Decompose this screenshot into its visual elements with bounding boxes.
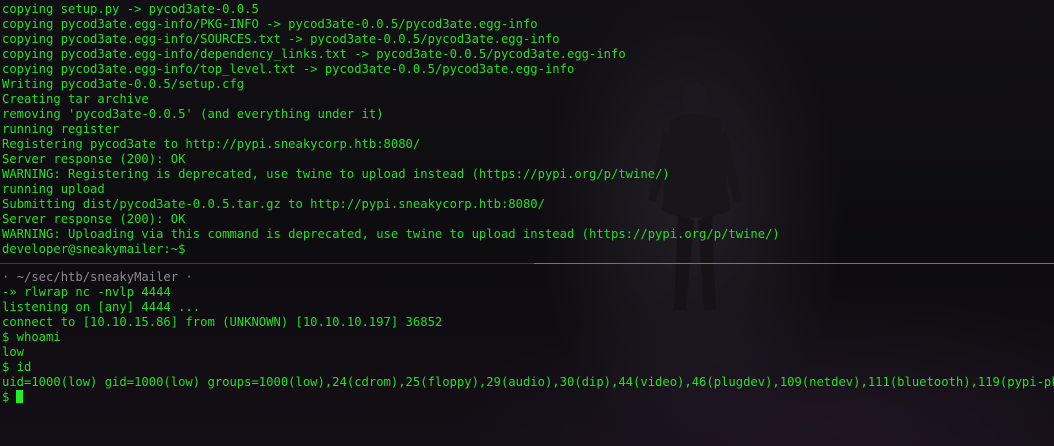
output-line: Writing pycod3ate-0.0.5/setup.cfg	[2, 77, 245, 91]
output-lines: copying setup.py -> pycod3ate-0.0.5 copy…	[0, 0, 1054, 257]
output-line: listening on [any] 4444 ...	[2, 300, 201, 314]
command-line: $ whoami	[2, 330, 61, 344]
command-line: $ id	[2, 360, 32, 374]
output-line: copying pycod3ate.egg-info/dependency_li…	[2, 47, 626, 61]
output-line: copying setup.py -> pycod3ate-0.0.5	[2, 2, 259, 16]
output-line: WARNING: Uploading via this command is d…	[2, 227, 780, 241]
output-line: Submitting dist/pycod3ate-0.0.5.tar.gz t…	[2, 197, 545, 211]
terminal-window[interactable]: copying setup.py -> pycod3ate-0.0.5 copy…	[0, 0, 1054, 446]
text-cursor[interactable]	[16, 390, 24, 403]
command-line: -» rlwrap nc -nvlp 4444	[2, 285, 171, 299]
terminal-pane-bottom[interactable]: · ~/sec/htb/sneakyMailer · -» rlwrap nc …	[0, 268, 1054, 446]
output-line: Server response (200): OK	[2, 212, 186, 226]
terminal-pane-top[interactable]: copying setup.py -> pycod3ate-0.0.5 copy…	[0, 0, 1054, 262]
output-line: running register	[2, 122, 120, 136]
input-line[interactable]: $	[2, 390, 1054, 405]
output-lines: · ~/sec/htb/sneakyMailer · -» rlwrap nc …	[0, 268, 1054, 405]
output-line: Server response (200): OK	[2, 152, 186, 166]
output-line: Creating tar archive	[2, 92, 149, 106]
output-line: copying pycod3ate.egg-info/SOURCES.txt -…	[2, 32, 560, 46]
output-line: low	[2, 345, 25, 359]
output-line: uid=1000(low) gid=1000(low) groups=1000(…	[2, 375, 1054, 389]
output-line: connect to [10.10.15.86] from (UNKNOWN) …	[2, 315, 443, 329]
output-line: copying pycod3ate.egg-info/PKG-INFO -> p…	[2, 17, 538, 31]
shell-prompt: developer@sneakymailer:~$	[2, 242, 186, 256]
shell-prompt: $	[2, 390, 10, 404]
output-line: removing 'pycod3ate-0.0.5' (and everythi…	[2, 107, 384, 121]
active-pane-border[interactable]	[534, 263, 1054, 264]
output-line: running upload	[2, 182, 105, 196]
prompt-context: · ~/sec/htb/sneakyMailer ·	[2, 270, 193, 284]
output-line: WARNING: Registering is deprecated, use …	[2, 167, 670, 181]
output-line: copying pycod3ate.egg-info/top_level.txt…	[2, 62, 575, 76]
output-line: Registering pycod3ate to http://pypi.sne…	[2, 137, 421, 151]
pane-divider[interactable]	[0, 263, 534, 264]
